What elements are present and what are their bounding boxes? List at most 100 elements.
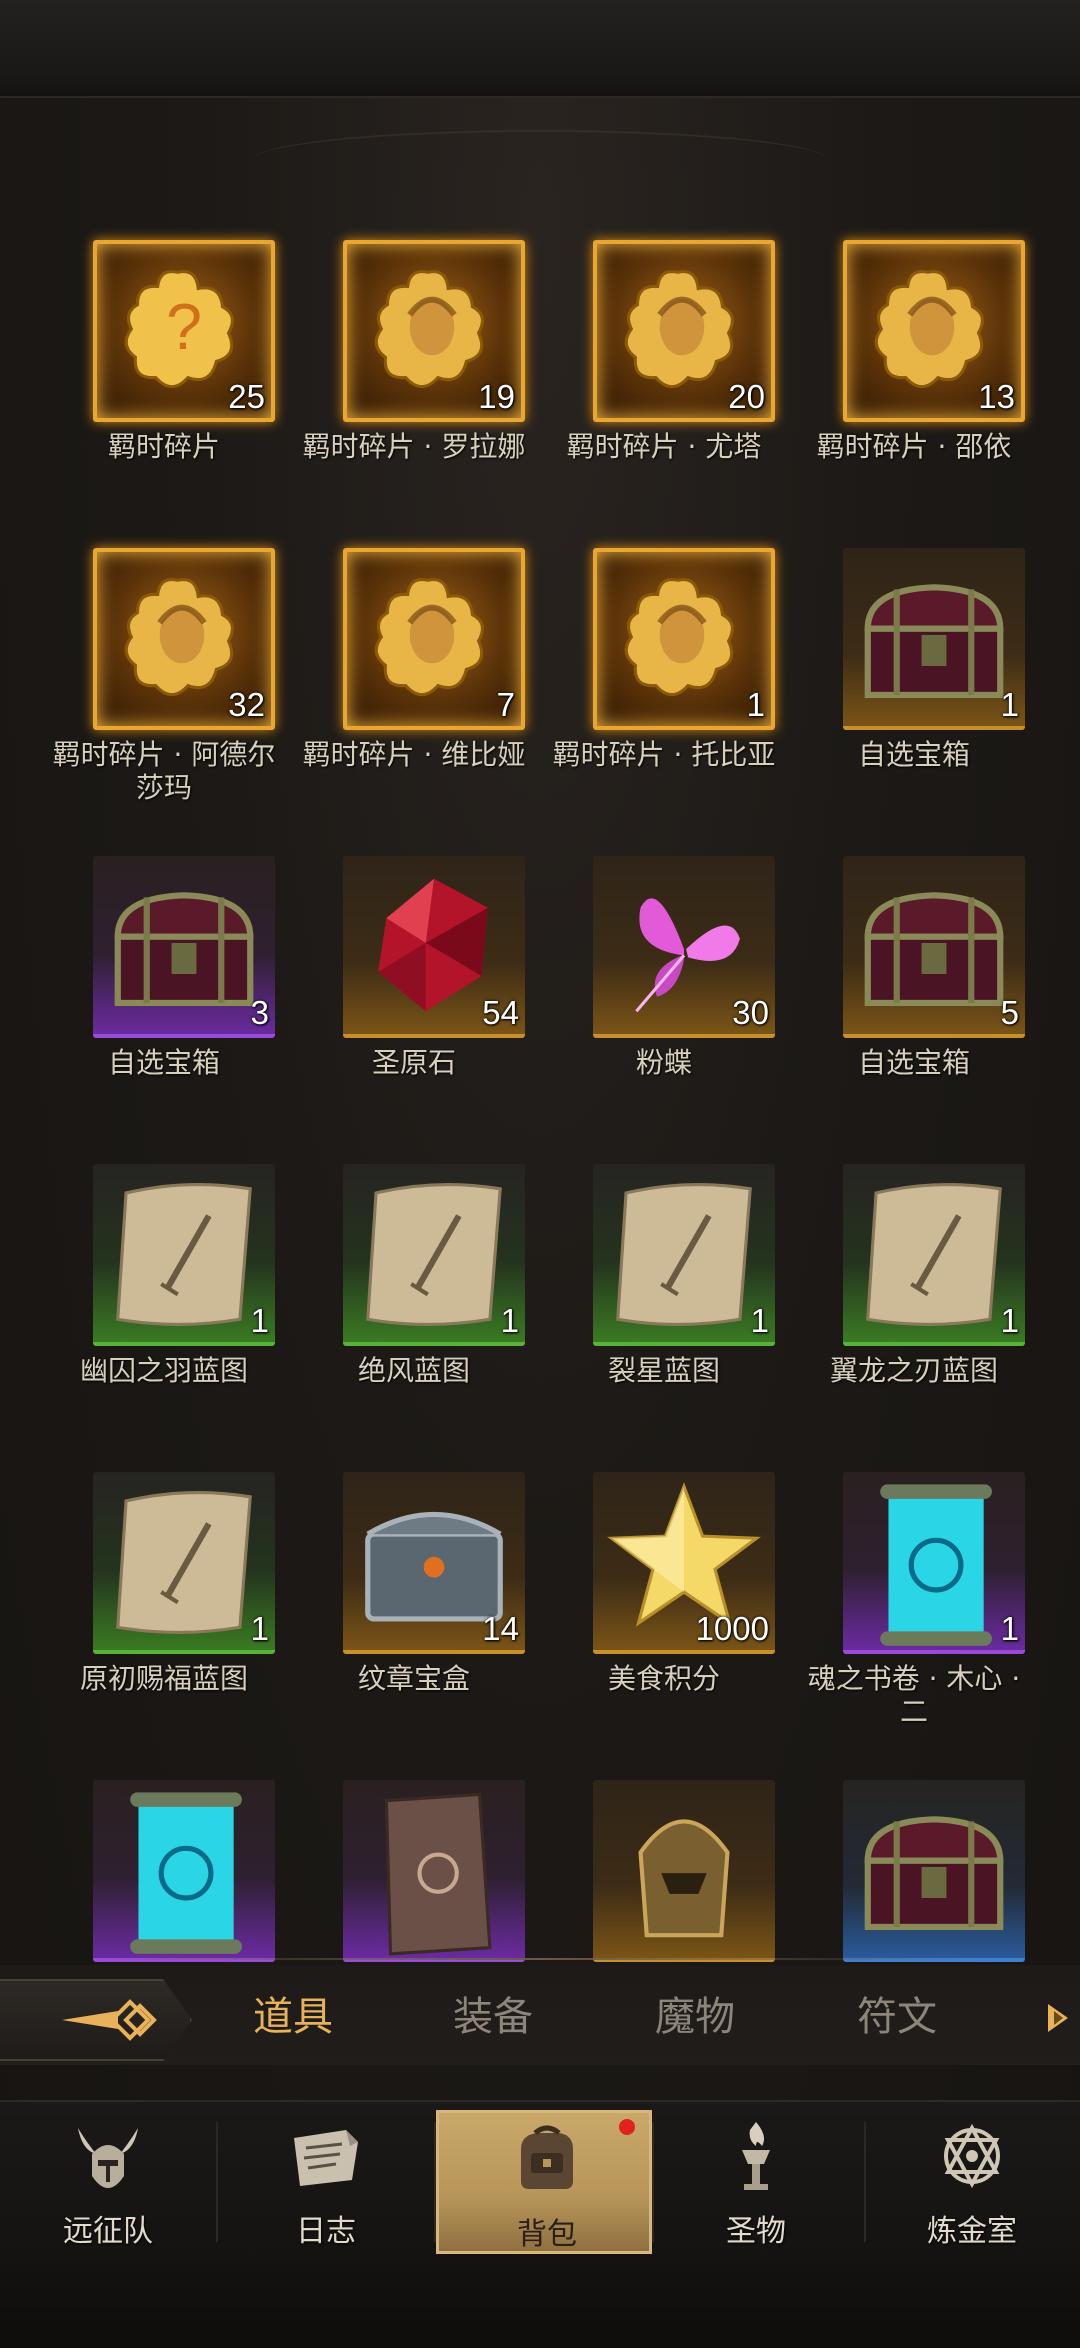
item-count: 1: [746, 686, 765, 723]
item-frame[interactable]: 3: [93, 856, 275, 1038]
top-bar: [0, 0, 1080, 98]
inventory-slot[interactable]: 20 羁时碎片 · 尤塔: [540, 230, 788, 530]
item-name: 羁时碎片: [107, 430, 220, 463]
tab-monsters[interactable]: 魔物: [620, 1987, 770, 2047]
header-ornament: [250, 130, 830, 192]
item-frame[interactable]: 1: [93, 1472, 275, 1654]
item-count: 32: [228, 686, 265, 723]
item-frame[interactable]: 1: [593, 548, 775, 730]
item-frame[interactable]: 1: [843, 548, 1025, 730]
item-frame[interactable]: 13: [843, 240, 1025, 422]
tabs-divider: [95, 1958, 985, 1960]
inventory-slot[interactable]: 1 魂之书卷 · 木心 · 二: [790, 1462, 1038, 1762]
item-frame[interactable]: 1: [93, 1164, 275, 1346]
nav-label: 日志: [296, 2214, 356, 2249]
bottom-navigation: 远征队 日志 背包 圣物 炼金室: [0, 2100, 1080, 2262]
item-frame[interactable]: [843, 1780, 1025, 1962]
glowing-scroll-icon: [880, 1484, 992, 1646]
inventory-slot[interactable]: 1 自选宝箱: [790, 538, 1038, 838]
inventory-slot[interactable]: ? 25 羁时碎片: [40, 230, 288, 530]
item-count: 13: [978, 378, 1015, 415]
treasure-chest-icon: [864, 1816, 1004, 1931]
item-frame[interactable]: 30: [593, 856, 775, 1038]
inventory-slot[interactable]: 19 羁时碎片 · 罗拉娜: [290, 230, 538, 530]
item-count: 1: [500, 1302, 519, 1339]
item-frame[interactable]: 1000: [593, 1472, 775, 1654]
item-name: 羁时碎片 · 罗拉娜: [302, 430, 526, 463]
item-name: 自选宝箱: [857, 1046, 970, 1079]
inventory-slot[interactable]: 1 羁时碎片 · 托比亚: [540, 538, 788, 838]
inventory-slot[interactable]: 7 羁时碎片 · 维比娅: [290, 538, 538, 838]
item-frame[interactable]: [343, 1780, 525, 1962]
item-frame[interactable]: ? 25: [93, 240, 275, 422]
blueprint-scroll-icon: [616, 1182, 752, 1326]
old-parchment-icon: [384, 1792, 492, 1956]
item-frame[interactable]: 32: [93, 548, 275, 730]
bottom-strip: [0, 2262, 1080, 2348]
item-frame[interactable]: 1: [843, 1164, 1025, 1346]
item-name: 裂星蓝图: [607, 1354, 720, 1387]
inventory-slot[interactable]: 5 自选宝箱: [790, 846, 1038, 1146]
item-name: 自选宝箱: [107, 1046, 220, 1079]
item-frame[interactable]: 5: [843, 856, 1025, 1038]
item-count: 25: [228, 378, 265, 415]
inventory-slot[interactable]: 14 纹章宝盒: [290, 1462, 538, 1762]
back-button[interactable]: [0, 1979, 192, 2061]
item-frame[interactable]: 7: [343, 548, 525, 730]
tab-items[interactable]: 道具: [218, 1987, 368, 2047]
item-count: 1: [1000, 1610, 1019, 1647]
item-count: 30: [732, 994, 769, 1031]
tab-equipment[interactable]: 装备: [418, 1987, 568, 2047]
item-frame[interactable]: 54: [343, 856, 525, 1038]
item-frame[interactable]: 1: [843, 1472, 1025, 1654]
item-frame[interactable]: [93, 1780, 275, 1962]
item-count: 1: [1000, 1302, 1019, 1339]
item-name: 翼龙之刃蓝图: [829, 1354, 998, 1387]
inventory-slot[interactable]: 3 自选宝箱: [40, 846, 288, 1146]
item-frame[interactable]: [593, 1780, 775, 1962]
treasure-chest-icon: [864, 892, 1004, 1007]
item-name: 羁时碎片 · 尤塔: [566, 430, 762, 463]
category-tabs-bar: 道具 装备 魔物 符文: [0, 1965, 1080, 2065]
inventory-slot[interactable]: 1 裂星蓝图: [540, 1154, 788, 1454]
blueprint-scroll-icon: [866, 1182, 1002, 1326]
inventory-slot[interactable]: 1 翼龙之刃蓝图: [790, 1154, 1038, 1454]
item-frame[interactable]: 20: [593, 240, 775, 422]
item-frame[interactable]: 1: [343, 1164, 525, 1346]
torch-icon: [742, 2122, 770, 2190]
svg-text:?: ?: [166, 290, 202, 363]
tab-runes[interactable]: 符文: [822, 1987, 972, 2047]
notification-badge: [619, 2119, 635, 2135]
puzzle-portrait-icon: [374, 578, 484, 697]
inventory-slot[interactable]: 1 绝风蓝图: [290, 1154, 538, 1454]
nav-alchemy[interactable]: 炼金室: [864, 2110, 1080, 2254]
tabs-next-arrow-icon[interactable]: [1044, 2001, 1072, 2035]
nav-relics[interactable]: 圣物: [648, 2110, 864, 2254]
inventory-slot[interactable]: 54 圣原石: [290, 846, 538, 1146]
item-name: 幽囚之羽蓝图: [79, 1354, 248, 1387]
item-frame[interactable]: 14: [343, 1472, 525, 1654]
backpack-icon: [521, 2125, 573, 2189]
nav-expedition[interactable]: 远征队: [0, 2110, 216, 2254]
item-frame[interactable]: 1: [593, 1164, 775, 1346]
nav-label: 远征队: [63, 2214, 153, 2249]
nav-journal[interactable]: 日志: [218, 2110, 434, 2254]
item-count: 1: [250, 1610, 269, 1647]
alchemy-icon: [944, 2123, 1000, 2189]
item-name: 绝风蓝图: [357, 1354, 470, 1387]
inventory-slot[interactable]: 1 幽囚之羽蓝图: [40, 1154, 288, 1454]
item-count: 19: [478, 378, 515, 415]
inventory-slot[interactable]: 13 羁时碎片 · 邵依: [790, 230, 1038, 530]
nav-backpack[interactable]: 背包: [436, 2110, 652, 2254]
inventory-slot[interactable]: 30 粉蝶: [540, 846, 788, 1146]
inventory-slot[interactable]: 1000 美食积分: [540, 1462, 788, 1762]
item-frame[interactable]: 19: [343, 240, 525, 422]
glowing-scroll-icon: [130, 1792, 242, 1954]
inventory-slot[interactable]: 32 羁时碎片 · 阿德尔莎玛: [40, 538, 288, 838]
item-count: 14: [482, 1610, 519, 1647]
item-name: 原初赐福蓝图: [79, 1662, 248, 1695]
inventory-slot[interactable]: 1 原初赐福蓝图: [40, 1462, 288, 1762]
item-count: 1000: [695, 1610, 769, 1647]
nav-label: 炼金室: [927, 2214, 1017, 2249]
item-count: 7: [496, 686, 515, 723]
